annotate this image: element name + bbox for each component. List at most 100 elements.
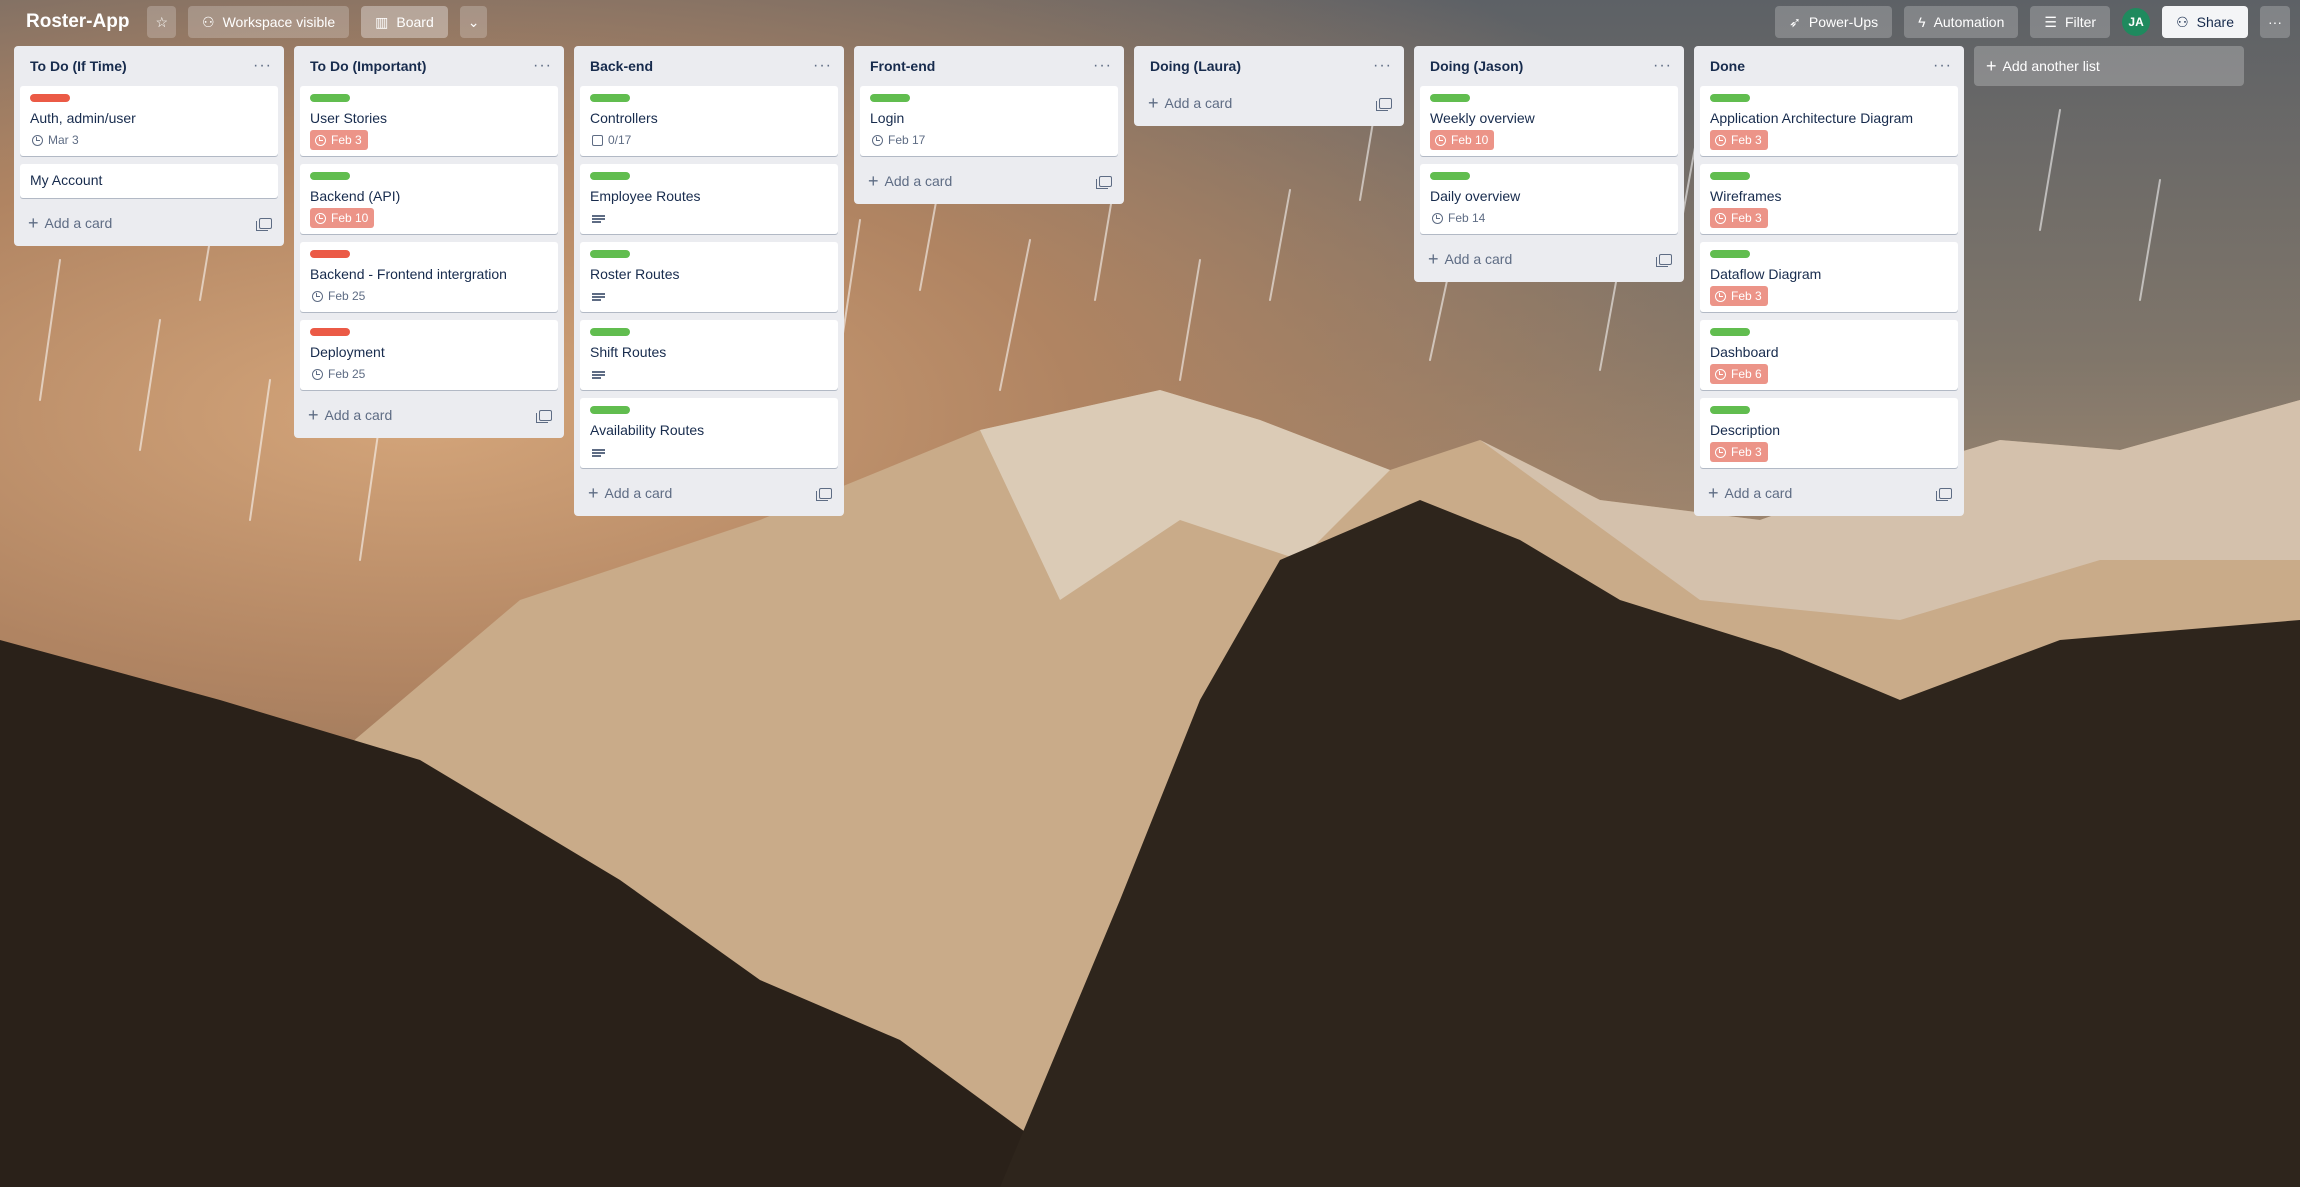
description-icon	[592, 448, 605, 457]
clock-icon	[32, 134, 43, 146]
card-title: Auth, admin/user	[30, 110, 136, 126]
list-menu-button[interactable]: ···	[1933, 57, 1952, 75]
description-icon	[592, 370, 605, 379]
add-list-button[interactable]: + Add another list	[1974, 46, 2244, 86]
card[interactable]: Login Feb 17	[860, 86, 1118, 156]
add-card-button[interactable]: + Add a card	[868, 172, 952, 190]
due-date-text: Feb 3	[1731, 133, 1762, 147]
list-menu-button[interactable]: ···	[533, 57, 552, 75]
share-button[interactable]: ⚇ Share	[2162, 6, 2248, 38]
card[interactable]: Deployment Feb 25	[300, 320, 558, 390]
checklist-icon	[592, 134, 603, 146]
template-icon[interactable]	[536, 409, 552, 423]
card-title: Daily overview	[1430, 188, 1521, 204]
list: Front-end ··· Login Feb 17 + Add a card	[854, 46, 1124, 204]
filter-label: Filter	[2064, 14, 2097, 30]
visibility-button[interactable]: ⚇ Workspace visible	[188, 6, 350, 38]
list-title[interactable]: To Do (If Time)	[30, 58, 127, 74]
card[interactable]: Description Feb 3	[1700, 398, 1958, 468]
clock-icon	[872, 134, 883, 146]
template-icon[interactable]	[1656, 253, 1672, 267]
card-badges: Feb 25	[310, 286, 548, 306]
list-header: To Do (If Time) ···	[20, 46, 278, 86]
card[interactable]: Employee Routes	[580, 164, 838, 234]
template-icon[interactable]	[256, 217, 272, 231]
add-card-button[interactable]: + Add a card	[588, 484, 672, 502]
due-date-badge: Feb 3	[1710, 130, 1768, 150]
card-title: Backend - Frontend intergration	[310, 266, 507, 282]
list-menu-button[interactable]: ···	[1093, 57, 1112, 75]
add-card-label: Add a card	[324, 407, 393, 423]
view-switcher-button[interactable]: ⌄	[459, 6, 488, 38]
card[interactable]: Dataflow Diagram Feb 3	[1700, 242, 1958, 312]
list-footer: + Add a card	[1700, 476, 1958, 510]
template-icon[interactable]	[1936, 487, 1952, 501]
green-label	[870, 94, 910, 102]
card[interactable]: My Account	[20, 164, 278, 198]
card-badges	[590, 364, 828, 384]
card-title: Weekly overview	[1430, 110, 1535, 126]
card-badges	[590, 286, 828, 306]
list-title[interactable]: Back-end	[590, 58, 653, 74]
due-date-text: Mar 3	[48, 133, 79, 147]
automation-button[interactable]: ϟ Automation	[1904, 6, 2019, 38]
list-menu-button[interactable]: ···	[253, 57, 272, 75]
card[interactable]: Shift Routes	[580, 320, 838, 390]
list-title[interactable]: To Do (Important)	[310, 58, 426, 74]
card[interactable]: User Stories Feb 3	[300, 86, 558, 156]
share-icon: ⚇	[2176, 14, 2189, 30]
list-title[interactable]: Doing (Laura)	[1150, 58, 1241, 74]
due-date-badge: Feb 10	[1430, 130, 1495, 150]
add-card-label: Add a card	[604, 485, 673, 501]
add-card-button[interactable]: + Add a card	[1148, 94, 1232, 112]
card[interactable]: Controllers 0/17	[580, 86, 838, 156]
card-badges: Feb 25	[310, 364, 548, 384]
board-title[interactable]: Roster-App	[26, 11, 129, 33]
board-view-button[interactable]: ▥ Board	[361, 6, 448, 38]
board-canvas: To Do (If Time) ··· Auth, admin/user Mar 3 M…	[14, 46, 2244, 516]
card-badges: Feb 17	[870, 130, 1108, 150]
description-icon	[592, 214, 605, 223]
card-title: Login	[870, 110, 905, 126]
list-title[interactable]: Doing (Jason)	[1430, 58, 1523, 74]
star-button[interactable]: ☆	[147, 6, 177, 38]
board-menu-button[interactable]: ···	[2260, 6, 2290, 38]
card-title: Wireframes	[1710, 188, 1782, 204]
list: Done ··· Application Architecture Diagram F…	[1694, 46, 1964, 516]
card[interactable]: Backend (API) Feb 10	[300, 164, 558, 234]
add-card-button[interactable]: + Add a card	[1428, 250, 1512, 268]
due-date-badge: Feb 3	[1710, 208, 1768, 228]
list-menu-button[interactable]: ···	[1653, 57, 1672, 75]
card[interactable]: Application Architecture Diagram Feb 3	[1700, 86, 1958, 156]
add-card-button[interactable]: + Add a card	[28, 214, 112, 232]
card-badges: Feb 3	[1710, 286, 1948, 306]
filter-button[interactable]: ☰ Filter	[2030, 6, 2111, 38]
card-title: Description	[1710, 422, 1781, 438]
list-title[interactable]: Done	[1710, 58, 1745, 74]
card[interactable]: Roster Routes	[580, 242, 838, 312]
powerups-button[interactable]: ➶ Power-Ups	[1775, 6, 1893, 38]
card[interactable]: Auth, admin/user Mar 3	[20, 86, 278, 156]
automation-label: Automation	[1933, 14, 2005, 30]
card-title: Roster Routes	[590, 266, 680, 282]
list-menu-button[interactable]: ···	[813, 57, 832, 75]
card[interactable]: Dashboard Feb 6	[1700, 320, 1958, 390]
plus-icon: +	[1428, 249, 1439, 269]
add-card-button[interactable]: + Add a card	[308, 406, 392, 424]
avatar[interactable]: JA	[2122, 8, 2151, 36]
list-title[interactable]: Front-end	[870, 58, 935, 74]
template-icon[interactable]	[1376, 97, 1392, 111]
clock-icon	[315, 212, 326, 224]
card[interactable]: Wireframes Feb 3	[1700, 164, 1958, 234]
card[interactable]: Weekly overview Feb 10	[1420, 86, 1678, 156]
template-icon[interactable]	[1096, 175, 1112, 189]
card[interactable]: Daily overview Feb 14	[1420, 164, 1678, 234]
green-label	[310, 172, 350, 180]
list-menu-button[interactable]: ···	[1373, 57, 1392, 75]
template-icon[interactable]	[816, 487, 832, 501]
card[interactable]: Availability Routes	[580, 398, 838, 468]
plus-icon: +	[308, 405, 319, 425]
green-label	[1710, 328, 1750, 336]
add-card-button[interactable]: + Add a card	[1708, 484, 1792, 502]
card[interactable]: Backend - Frontend intergration Feb 25	[300, 242, 558, 312]
